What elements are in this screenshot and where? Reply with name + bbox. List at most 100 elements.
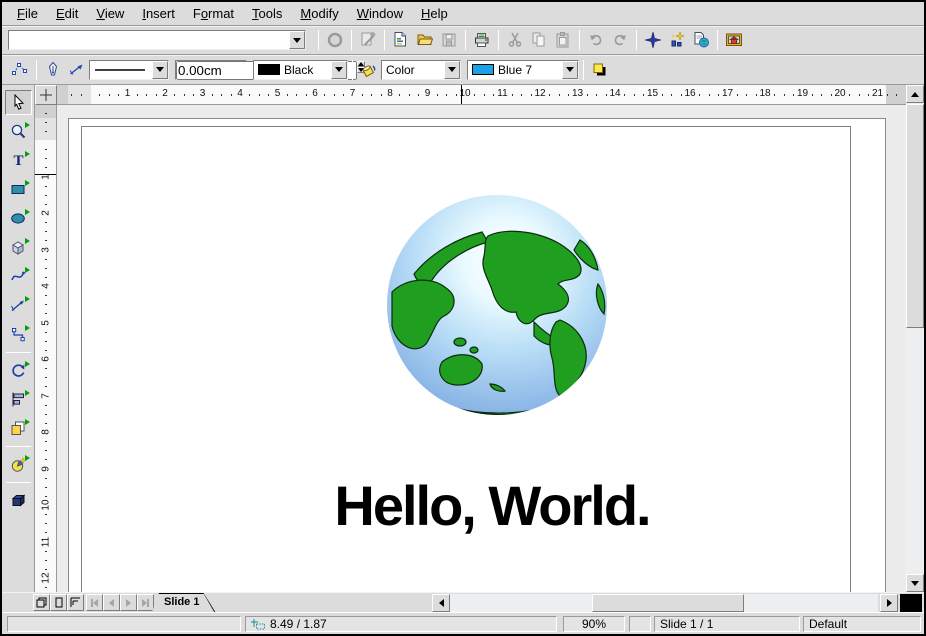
previous-slide-button[interactable]: [103, 594, 120, 611]
next-slide-button[interactable]: [120, 594, 137, 611]
menu-item-edit[interactable]: Edit: [47, 3, 87, 24]
line-width-spinner[interactable]: [175, 60, 247, 80]
horizontal-ruler[interactable]: 123456789101112131415161718192021: [57, 85, 906, 105]
separator: [6, 446, 31, 447]
scroll-right-button[interactable]: [880, 594, 898, 612]
autopilot-icon[interactable]: [665, 28, 689, 52]
url-dropdown-button[interactable]: [289, 31, 305, 49]
tool-select[interactable]: [5, 90, 32, 115]
tool-lines-arrows[interactable]: [5, 293, 32, 318]
globe-image[interactable]: [384, 192, 610, 418]
h-ruler-number: 14: [609, 88, 620, 99]
menu-item-format[interactable]: Format: [184, 3, 243, 24]
tab-label: Slide 1: [164, 596, 199, 608]
h-ruler-number: 19: [797, 88, 808, 99]
edit-file-icon: [356, 28, 380, 52]
scroll-left-button[interactable]: [432, 594, 450, 612]
status-slide-field[interactable]: Slide 1 / 1: [654, 616, 800, 632]
master-view-button[interactable]: [50, 594, 67, 611]
separator: [717, 30, 718, 50]
horizontal-scroll-thumb[interactable]: [592, 594, 744, 612]
first-slide-button[interactable]: [86, 594, 103, 611]
tool-alignment[interactable]: [5, 387, 32, 412]
vertical-scroll-thumb[interactable]: [906, 104, 924, 328]
fill-color-combobox[interactable]: Blue 7: [467, 60, 579, 80]
tool-arrange[interactable]: [5, 416, 32, 441]
url-input[interactable]: [13, 31, 285, 49]
stop-icon: [323, 28, 347, 52]
gallery-icon[interactable]: [722, 28, 746, 52]
tool-rectangle[interactable]: [5, 177, 32, 202]
hyperlink-icon[interactable]: [689, 28, 713, 52]
menu-item-view[interactable]: View: [87, 3, 133, 24]
slide-view-button[interactable]: [33, 594, 50, 611]
edit-points-icon[interactable]: [8, 58, 32, 82]
h-ruler-number: 15: [647, 88, 658, 99]
line-style-dropdown-button[interactable]: [152, 61, 168, 79]
fill-type-combobox[interactable]: Color: [381, 60, 461, 80]
v-ruler-number: 4: [41, 283, 52, 289]
tool-connector[interactable]: [5, 322, 32, 347]
menu-item-insert[interactable]: Insert: [133, 3, 184, 24]
navigator-icon[interactable]: [641, 28, 665, 52]
h-ruler-cursor-indicator: [461, 85, 462, 104]
line-dialog-icon[interactable]: [41, 58, 65, 82]
work-area: 123456789101112131415161718192021 123456…: [35, 85, 924, 592]
tool-3d-effects[interactable]: [5, 488, 32, 513]
shadow-icon[interactable]: [588, 58, 612, 82]
ruler-origin-button[interactable]: [35, 85, 57, 105]
h-ruler-number: 16: [684, 88, 695, 99]
tool-ellipse[interactable]: [5, 206, 32, 231]
status-zoom-field[interactable]: 90%: [563, 616, 625, 632]
fill-type-value: Color: [386, 63, 415, 77]
v-ruler-number: 8: [41, 429, 52, 435]
fill-color-dropdown-button[interactable]: [562, 61, 578, 79]
status-position-field[interactable]: 8.49 / 1.87: [245, 616, 557, 632]
open-icon[interactable]: [413, 28, 437, 52]
scroll-up-button[interactable]: [906, 85, 924, 103]
separator: [352, 60, 353, 80]
tool-zoom[interactable]: [5, 119, 32, 144]
h-ruler-number: 8: [387, 88, 393, 99]
v-ruler-cursor-indicator: [35, 174, 56, 175]
menu-item-window[interactable]: Window: [348, 3, 412, 24]
print-icon[interactable]: [470, 28, 494, 52]
status-layout-field[interactable]: Default: [803, 616, 921, 632]
vertical-ruler[interactable]: 123456789101112: [35, 105, 57, 592]
line-color-dropdown-button[interactable]: [331, 61, 347, 79]
slide-title-text[interactable]: Hello, World.: [92, 473, 892, 538]
separator: [6, 352, 31, 353]
tool-text[interactable]: T: [5, 148, 32, 173]
paste-icon: [551, 28, 575, 52]
fill-type-dropdown-button[interactable]: [444, 61, 460, 79]
tool-rotate[interactable]: [5, 358, 32, 383]
line-color-swatch: [258, 64, 280, 75]
area-dialog-icon[interactable]: [357, 58, 381, 82]
menu-item-modify[interactable]: Modify: [291, 3, 347, 24]
layer-view-button[interactable]: [67, 594, 84, 611]
app-window: FileEditViewInsertFormatToolsModifyWindo…: [0, 0, 926, 636]
menu-item-help[interactable]: Help: [412, 3, 457, 24]
object-toolbar: Black Color Blue 7: [2, 55, 924, 85]
last-slide-button[interactable]: [137, 594, 154, 611]
menu-item-file[interactable]: File: [8, 3, 47, 24]
arrow-style-icon[interactable]: [65, 58, 89, 82]
line-color-combobox[interactable]: Black: [253, 60, 348, 80]
vertical-scrollbar[interactable]: [906, 85, 924, 592]
scroll-down-button[interactable]: [906, 574, 924, 592]
status-info-field: [7, 616, 241, 632]
new-document-icon[interactable]: [389, 28, 413, 52]
tab-slide-1[interactable]: Slide 1: [152, 593, 215, 612]
main-toolbox: T: [2, 85, 35, 592]
slide-number-value: Slide 1 / 1: [660, 617, 713, 631]
drawing-canvas[interactable]: Hello, World.: [57, 105, 906, 592]
separator: [465, 30, 466, 50]
v-ruler-number: 10: [41, 499, 52, 510]
line-style-combobox[interactable]: [89, 60, 169, 80]
tool-curve[interactable]: [5, 264, 32, 289]
tool-insert[interactable]: [5, 452, 32, 477]
tool-3d-objects[interactable]: [5, 235, 32, 260]
h-ruler-number: 11: [497, 88, 507, 99]
menu-item-tools[interactable]: Tools: [243, 3, 291, 24]
url-combobox[interactable]: [8, 30, 306, 50]
